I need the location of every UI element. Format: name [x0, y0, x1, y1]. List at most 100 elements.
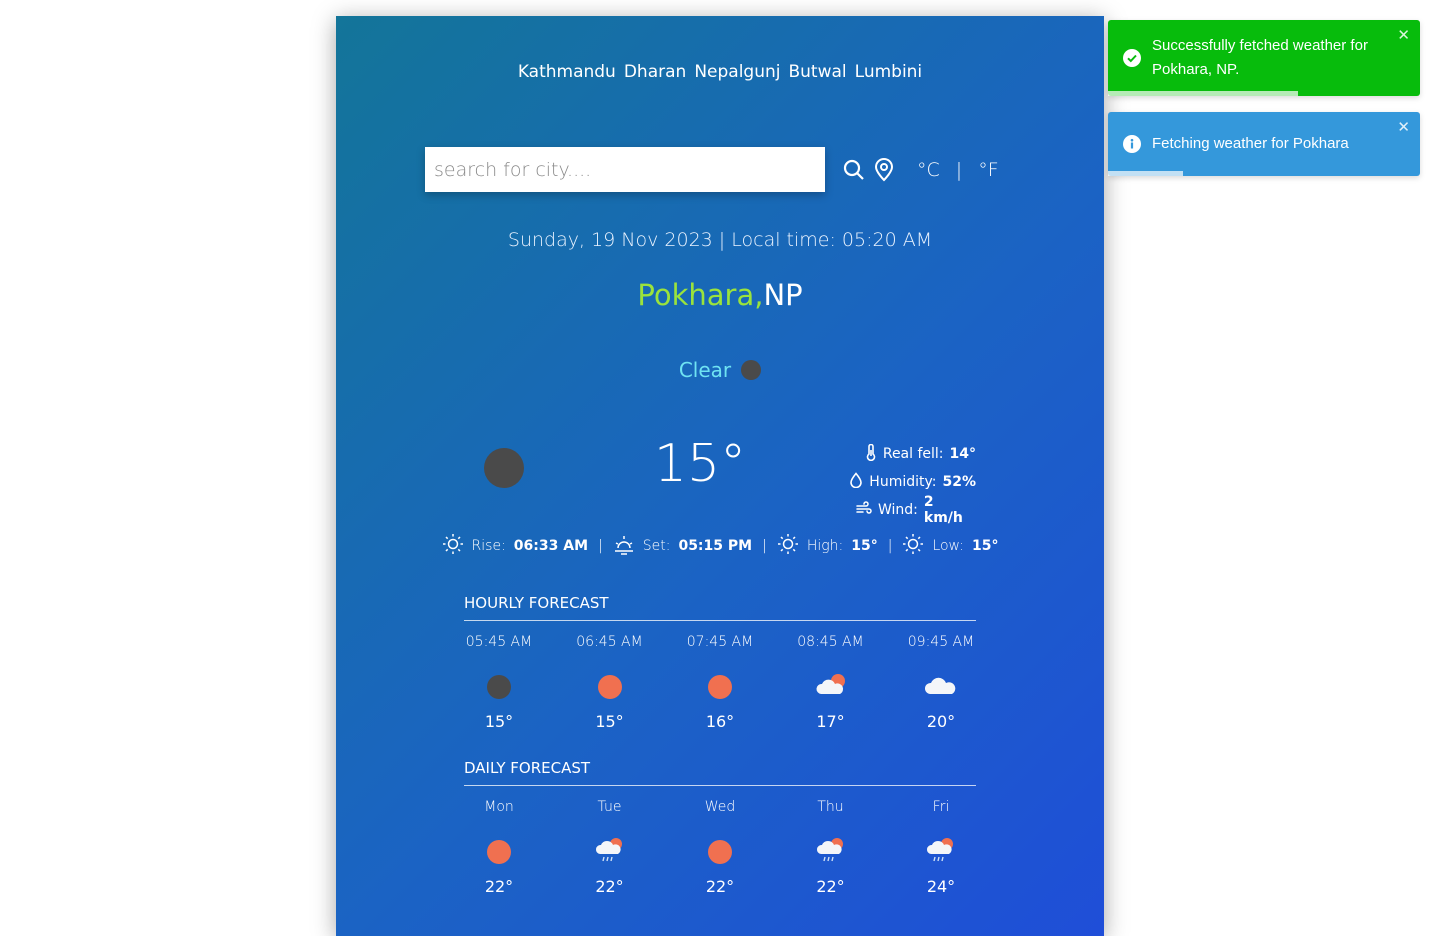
forecast-day: Mon	[484, 799, 514, 815]
city-button-butwal[interactable]: Butwal	[788, 62, 846, 82]
wind-label: Wind:	[878, 502, 918, 518]
forecast-item: Mon 22°	[464, 799, 534, 896]
daily-forecast: Mon 22° Tue 22° Wed 22° Thu 22° Fri 24°	[464, 799, 976, 896]
rain-sun-icon	[926, 836, 956, 868]
search-input[interactable]	[425, 147, 825, 192]
search-icon[interactable]	[841, 157, 867, 183]
sunrise-label: Rise:	[471, 538, 506, 554]
wind-value: 2 km/h	[923, 494, 963, 526]
city-button-nepalgunj[interactable]: Nepalgunj	[694, 62, 780, 82]
high-value: 15°	[851, 538, 878, 554]
close-icon[interactable]: ✕	[1397, 118, 1410, 136]
sunset-label: Set:	[642, 538, 671, 554]
humidity-row: Humidity: 52%	[850, 468, 976, 496]
forecast-item: 06:45 AM 15°	[575, 634, 645, 731]
wind-row: Wind: 2 km/h	[856, 494, 976, 526]
sun-high-icon	[777, 533, 799, 559]
sun-icon	[597, 675, 622, 699]
forecast-temp: 22°	[705, 877, 735, 896]
city-button-kathmandu[interactable]: Kathmandu	[518, 62, 616, 82]
forecast-time: 09:45 AM	[907, 634, 975, 650]
forecast-temp: 22°	[484, 877, 514, 896]
hourly-forecast: 05:45 AM 15° 06:45 AM 15° 07:45 AM 16° 0…	[464, 634, 976, 731]
low-value: 15°	[971, 538, 999, 554]
sun-icon	[487, 840, 511, 864]
forecast-item: Fri 24°	[906, 799, 976, 896]
forecast-time: 05:45 AM	[465, 634, 533, 650]
location-city: Pokhara,	[637, 278, 764, 312]
weather-card: Kathmandu Dharan Nepalgunj Butwal Lumbin…	[336, 16, 1104, 936]
forecast-day: Thu	[817, 799, 844, 815]
sunrise-icon	[442, 533, 464, 559]
forecast-time: 06:45 AM	[576, 634, 643, 650]
weather-details: Real fell: 14° Humidity: 52% Wind: 2 km/…	[850, 440, 976, 526]
separator: |	[762, 538, 767, 554]
celsius-button[interactable]: °C	[917, 159, 940, 181]
high-label: High:	[806, 538, 844, 554]
partly-cloudy-icon	[814, 672, 848, 702]
clear-night-icon	[741, 360, 762, 380]
forecast-temp: 22°	[816, 877, 845, 896]
rain-sun-icon	[816, 836, 846, 868]
sun-low-icon	[902, 533, 924, 559]
forecast-temp: 17°	[816, 712, 845, 731]
toast-progress-bar	[1108, 91, 1299, 96]
real-feel-value: 14°	[949, 446, 976, 462]
droplet-icon	[849, 472, 863, 492]
rain-sun-icon	[595, 836, 625, 868]
forecast-temp: 22°	[595, 877, 624, 896]
forecast-item: Thu 22°	[796, 799, 866, 896]
city-shortcuts: Kathmandu Dharan Nepalgunj Butwal Lumbin…	[336, 62, 1104, 82]
search-row: °C | °F	[425, 147, 999, 192]
forecast-temp: 24°	[926, 877, 956, 896]
sunset-value: 05:15 PM	[678, 538, 753, 554]
condition-label: Clear	[678, 358, 732, 382]
forecast-temp: 15°	[484, 712, 514, 731]
condition: Clear	[336, 358, 1104, 382]
real-feel-row: Real fell: 14°	[856, 440, 976, 468]
check-circle-icon	[1123, 49, 1141, 67]
forecast-temp: 20°	[926, 712, 956, 731]
info-toast[interactable]: Fetching weather for Pokhara ✕	[1108, 112, 1420, 176]
sun-icon	[708, 840, 732, 864]
forecast-day: Tue	[597, 799, 622, 815]
city-button-dharan[interactable]: Dharan	[624, 62, 686, 82]
toast-progress-bar	[1108, 171, 1183, 176]
thermometer-icon	[865, 443, 877, 465]
forecast-time: 07:45 AM	[686, 634, 754, 650]
current-weather: 15° Real fell: 14° Humidity: 52% Wind: 2…	[336, 426, 1104, 526]
forecast-item: Wed 22°	[685, 799, 755, 896]
forecast-time: 08:45 AM	[797, 634, 864, 650]
location-pin-icon[interactable]	[871, 157, 897, 183]
forecast-temp: 16°	[705, 712, 735, 731]
separator: |	[887, 538, 893, 554]
low-label: Low:	[932, 538, 964, 554]
location-title: Pokhara,NP	[336, 278, 1104, 312]
forecast-temp: 15°	[595, 712, 624, 731]
city-button-lumbini[interactable]: Lumbini	[855, 62, 923, 82]
wind-icon	[856, 501, 872, 519]
date-time: Sunday, 19 Nov 2023 | Local time: 05:20 …	[507, 229, 933, 251]
hourly-forecast-title: HOURLY FORECAST	[464, 594, 976, 621]
close-icon[interactable]: ✕	[1397, 26, 1410, 44]
toast-message: Successfully fetched weather for Pokhara…	[1152, 37, 1368, 78]
forecast-day: Wed	[704, 799, 736, 815]
separator: |	[598, 538, 603, 554]
clear-night-icon	[487, 675, 511, 699]
forecast-item: 09:45 AM 20°	[906, 634, 976, 731]
real-feel-label: Real fell:	[882, 446, 944, 462]
sunrise-value: 06:33 AM	[513, 538, 589, 554]
forecast-item: Tue 22°	[575, 799, 645, 896]
forecast-item: 08:45 AM 17°	[796, 634, 866, 731]
location-country: NP	[763, 278, 803, 312]
humidity-value: 52%	[942, 474, 976, 490]
sun-summary: Rise: 06:33 AM | Set: 05:15 PM | High: 1…	[336, 533, 1104, 559]
cloud-icon	[924, 672, 958, 702]
sun-icon	[708, 675, 732, 699]
humidity-label: Humidity:	[869, 474, 937, 490]
success-toast[interactable]: Successfully fetched weather for Pokhara…	[1108, 20, 1420, 96]
fahrenheit-button[interactable]: °F	[978, 159, 998, 181]
unit-divider: |	[955, 158, 963, 181]
sunset-icon	[613, 533, 635, 559]
forecast-day: Fri	[932, 799, 950, 815]
